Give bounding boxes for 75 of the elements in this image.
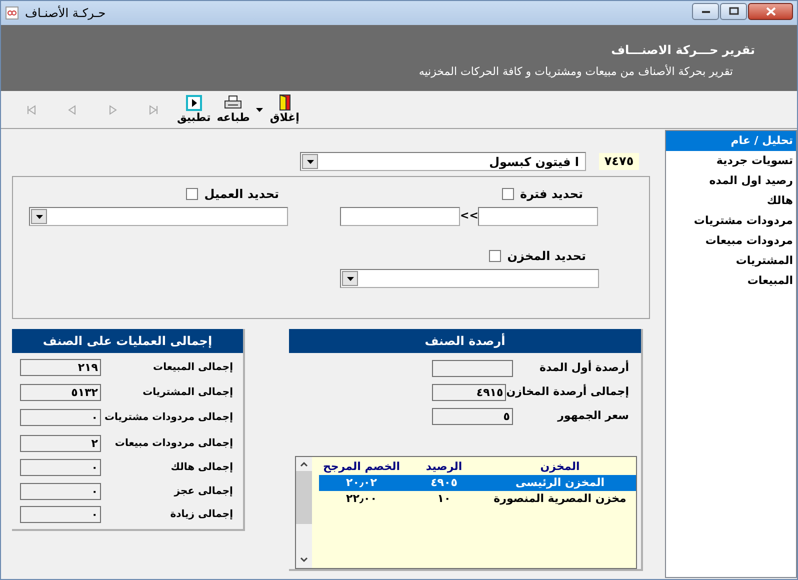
checkbox-label: تحديد المخزن xyxy=(507,248,586,265)
window-title: حـركـة الأصنـاف xyxy=(25,4,106,22)
table-cell-text: ١٠ xyxy=(436,490,452,507)
scrollbar[interactable] xyxy=(296,457,312,568)
total-field: ٠ xyxy=(20,409,101,426)
balance-label: سعر الجمهور xyxy=(556,408,630,424)
column-header: الخصم المرجح xyxy=(322,459,402,475)
total-field: ٠ xyxy=(20,506,101,523)
caret-icon xyxy=(256,108,264,112)
balance-field: ٤٩١٥ xyxy=(432,384,506,401)
item-code: ٧٤٧٥ xyxy=(599,153,639,170)
app-icon xyxy=(5,6,19,20)
minimize-button[interactable] xyxy=(692,2,719,20)
sidebar-item[interactable]: تسويات جردية xyxy=(666,151,796,171)
date-from-field[interactable] xyxy=(478,207,598,226)
checkbox-label: تحديد فترة xyxy=(520,186,583,203)
minimize-icon xyxy=(700,8,710,14)
checkbox[interactable] xyxy=(186,188,198,200)
report-subtitle: تقرير بحركة الأصناف من مبيعات ومشتريات و كافة الحركات المخزنيه xyxy=(418,64,733,80)
sidebar-item[interactable]: تحليل / عام xyxy=(666,131,796,151)
sidebar-item[interactable]: مردودات مبيعات xyxy=(666,231,796,251)
panel-header: أرصدة الصنف xyxy=(289,329,641,353)
sidebar-item[interactable]: رصيد اول المده xyxy=(666,171,796,191)
table-cell-text: المخزن الرئيسى xyxy=(514,474,606,491)
total-label: إجمالى عجز xyxy=(172,485,234,499)
column-header: الرصيد xyxy=(424,459,464,475)
checkbox-label: تحديد العميل xyxy=(204,186,279,203)
date-to-field[interactable] xyxy=(340,207,460,226)
balance-label: إجمالى أرصدة المخازن xyxy=(506,384,630,400)
restore-button[interactable] xyxy=(720,2,747,20)
door-icon xyxy=(278,94,292,111)
next-arrow-icon xyxy=(108,104,119,114)
table-cell-text: مخزن المصرية المنصورة xyxy=(492,490,628,507)
total-label: إجمالى المبيعات xyxy=(152,361,234,375)
apply-button[interactable]: تطبيق xyxy=(175,94,213,125)
sidebar-item[interactable]: هالك xyxy=(666,191,796,211)
total-label: إجمالى مردودات مشتريات xyxy=(103,411,234,425)
sidebar-item[interactable]: المبيعات xyxy=(666,271,796,291)
close-button[interactable] xyxy=(748,2,793,20)
total-label: إجمالى هالك xyxy=(170,461,234,475)
range-separator: << xyxy=(460,208,478,224)
store-combo[interactable] xyxy=(340,269,599,288)
customer-combo[interactable] xyxy=(29,207,288,226)
table-row[interactable]: المخزن الرئيسى ٤٩٠٥ ٢٠٫٠٢ xyxy=(319,475,636,491)
total-field: ٥١٣٢ xyxy=(20,384,101,401)
first-arrow-icon xyxy=(26,104,37,114)
table-cell-text: ٤٩٠٥ xyxy=(430,474,458,491)
sidebar-item[interactable]: مردودات مشتريات xyxy=(666,211,796,231)
last-arrow-icon xyxy=(149,104,160,114)
total-label: إجمالى مردودات مبيعات xyxy=(114,437,234,451)
printer-icon xyxy=(224,94,242,111)
close-icon xyxy=(766,6,776,16)
total-field: ٠ xyxy=(20,459,101,476)
play-icon xyxy=(186,94,202,111)
print-button[interactable]: طباعه xyxy=(214,94,252,125)
prev-arrow-icon xyxy=(67,104,78,114)
report-title: تقرير حـــركة الاصنـــاف xyxy=(611,42,755,59)
balance-field: ٥ xyxy=(432,408,513,425)
balance-label: أرصدة أول المدة xyxy=(538,360,630,376)
table-cell-text: ٢٠٫٠٢ xyxy=(345,474,378,491)
checkbox[interactable] xyxy=(489,250,502,262)
table-row[interactable]: مخزن المصرية المنصورة ١٠ ٢٢٫٠٠ xyxy=(319,491,636,507)
checkbox[interactable] xyxy=(502,188,514,200)
total-field: ٢ xyxy=(20,435,101,452)
total-label: إجمالى المشتريات xyxy=(142,386,234,400)
total-label: إجمالى زيادة xyxy=(169,508,234,522)
total-field: ٢١٩ xyxy=(20,359,101,376)
sidebar-item[interactable]: المشتريات xyxy=(666,251,796,271)
item-combo[interactable]: ا فيتون كبسول xyxy=(300,152,586,171)
table-cell-text: ٢٢٫٠٠ xyxy=(345,490,378,507)
restore-icon xyxy=(728,7,738,15)
close-button[interactable]: إغلاق xyxy=(268,94,302,125)
total-field: ٠ xyxy=(20,483,101,500)
panel-header: إجمالى العمليات على الصنف xyxy=(12,329,243,353)
column-header: المخزن xyxy=(539,459,581,475)
